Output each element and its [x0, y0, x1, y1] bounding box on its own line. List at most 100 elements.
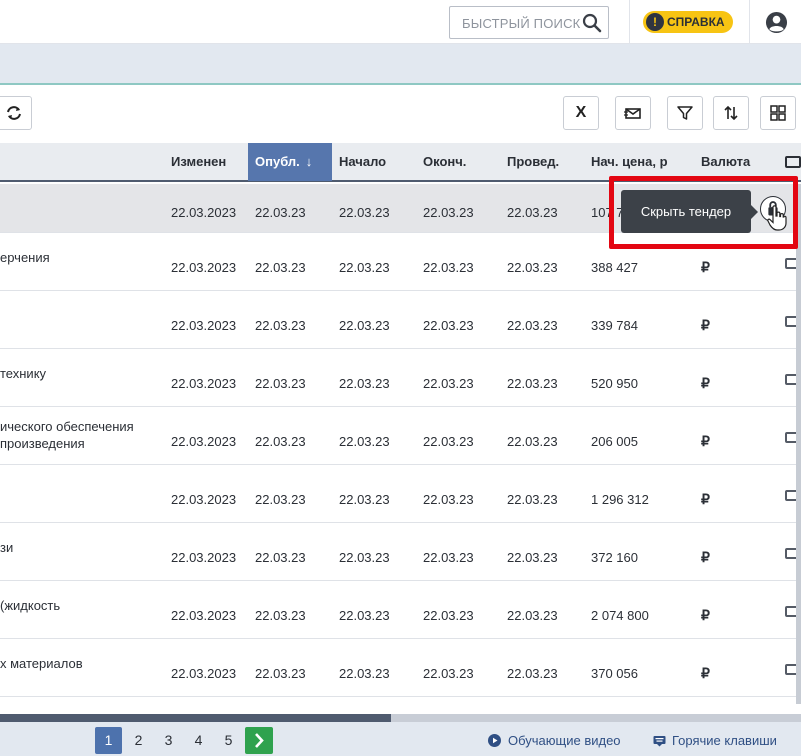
next-page-button[interactable]: [245, 727, 273, 754]
columns-layout-button[interactable]: [760, 96, 796, 130]
cell-price: 339 784: [591, 318, 638, 333]
cell-price: 370 056: [591, 666, 638, 681]
chevron-right-icon: [255, 733, 264, 748]
cell-published: 22.03.23: [255, 492, 306, 507]
tender-name[interactable]: (жидкость: [0, 597, 60, 614]
currency-ruble-icon: ₽: [701, 549, 710, 565]
cell-published: 22.03.23: [255, 434, 306, 449]
cell-price: 372 160: [591, 550, 638, 565]
cell-end: 22.03.23: [423, 260, 474, 275]
table-row[interactable]: х материалов 22.03.2023 22.03.23 22.03.23 22…: [0, 639, 796, 697]
comment-icon[interactable]: [785, 606, 796, 617]
page-button-3[interactable]: 3: [155, 727, 182, 754]
table-row[interactable]: 22.03.2023 22.03.23 22.03.23 22.03.23 22.03.…: [0, 291, 796, 349]
comment-icon[interactable]: [785, 156, 801, 168]
column-header-published[interactable]: Опубл. ↓: [248, 143, 332, 181]
cell-price: 206 005: [591, 434, 638, 449]
hotkeys-link[interactable]: Горячие клавиши: [672, 733, 777, 748]
table-row[interactable]: ического обеспечения произведения 22.03.20…: [0, 407, 796, 465]
cell-end: 22.03.23: [423, 550, 474, 565]
tender-name-line: произведения: [0, 436, 85, 451]
column-header-held[interactable]: Провед.: [507, 143, 559, 181]
cell-held: 22.03.23: [507, 666, 558, 681]
tender-name[interactable]: технику: [0, 365, 46, 382]
table-row[interactable]: технику 22.03.2023 22.03.23 22.03.23 22.03.2…: [0, 349, 796, 407]
tabs-strip: [0, 44, 801, 85]
play-icon: [488, 734, 501, 747]
cell-changed: 22.03.2023: [171, 205, 237, 220]
cell-held: 22.03.23: [507, 550, 558, 565]
excel-icon: X: [575, 104, 587, 121]
refresh-button[interactable]: [0, 96, 32, 130]
horizontal-scrollbar[interactable]: [0, 714, 801, 722]
header-divider: [629, 0, 630, 44]
email-button[interactable]: [615, 96, 651, 130]
filter-button[interactable]: [667, 96, 703, 130]
currency-ruble-icon: ₽: [701, 607, 710, 623]
cell-end: 22.03.23: [423, 376, 474, 391]
page-button-2[interactable]: 2: [125, 727, 152, 754]
cell-changed: 22.03.2023: [171, 376, 237, 391]
comment-icon[interactable]: [785, 664, 796, 675]
quick-search-input[interactable]: БЫСТРЫЙ ПОИСК: [449, 6, 609, 39]
page-button-5[interactable]: 5: [215, 727, 242, 754]
page-button-4[interactable]: 4: [185, 727, 212, 754]
vertical-scrollbar[interactable]: [796, 184, 801, 704]
cell-published: 22.03.23: [255, 666, 306, 681]
search-placeholder: БЫСТРЫЙ ПОИСК: [462, 16, 581, 31]
cell-held: 22.03.23: [507, 434, 558, 449]
sort-button[interactable]: [713, 96, 749, 130]
comment-icon[interactable]: [785, 316, 796, 327]
cell-start: 22.03.23: [339, 608, 390, 623]
refresh-icon: [7, 106, 21, 120]
currency-ruble-icon: ₽: [701, 259, 710, 275]
cell-changed: 22.03.2023: [171, 318, 237, 333]
comment-icon[interactable]: [785, 548, 796, 559]
tutorial-videos-link[interactable]: Обучающие видео: [508, 733, 621, 748]
cell-held: 22.03.23: [507, 608, 558, 623]
table-row[interactable]: (жидкость 22.03.2023 22.03.23 22.03.23 22.03…: [0, 581, 796, 639]
tender-name[interactable]: х материалов: [0, 655, 83, 672]
cell-changed: 22.03.2023: [171, 492, 237, 507]
table-row[interactable]: зи 22.03.2023 22.03.23 22.03.23 22.03.23 22.0…: [0, 523, 796, 581]
cell-end: 22.03.23: [423, 318, 474, 333]
cell-price: 520 950: [591, 376, 638, 391]
cell-changed: 22.03.2023: [171, 550, 237, 565]
help-button[interactable]: ! СПРАВКА: [643, 11, 733, 33]
cell-published: 22.03.23: [255, 550, 306, 565]
cell-start: 22.03.23: [339, 666, 390, 681]
comment-icon[interactable]: [785, 258, 796, 269]
horizontal-scrollbar-thumb[interactable]: [0, 714, 391, 722]
cell-start: 22.03.23: [339, 434, 390, 449]
grid-icon: [770, 105, 786, 121]
tender-name-line: технику: [0, 366, 47, 381]
currency-ruble-icon: ₽: [701, 433, 710, 449]
export-excel-button[interactable]: X: [563, 96, 599, 130]
header-divider: [749, 0, 750, 44]
comment-icon[interactable]: [785, 374, 796, 385]
cell-published: 22.03.23: [255, 318, 306, 333]
filter-icon: [677, 106, 693, 120]
comment-icon[interactable]: [785, 432, 796, 443]
tender-name[interactable]: ерчения: [0, 249, 50, 266]
cell-held: 22.03.23: [507, 260, 558, 275]
comment-icon[interactable]: [785, 490, 796, 501]
column-header-end[interactable]: Оконч.: [423, 143, 466, 181]
column-header-start[interactable]: Начало: [339, 143, 386, 181]
user-account-icon[interactable]: [765, 11, 788, 34]
cell-published: 22.03.23: [255, 205, 306, 220]
column-header-changed[interactable]: Изменен: [171, 143, 226, 181]
top-header: БЫСТРЫЙ ПОИСК ! СПРАВКА: [0, 0, 801, 44]
cell-held: 22.03.23: [507, 205, 558, 220]
cell-held: 22.03.23: [507, 318, 558, 333]
currency-ruble-icon: ₽: [701, 317, 710, 333]
tender-name[interactable]: зи: [0, 539, 13, 556]
cell-published: 22.03.23: [255, 376, 306, 391]
cell-end: 22.03.23: [423, 608, 474, 623]
page-button-1[interactable]: 1: [95, 727, 122, 754]
footer-bar: 1 2 3 4 5 Обучающие видео Горячие клавиш…: [0, 722, 801, 756]
cell-end: 22.03.23: [423, 434, 474, 449]
table-row[interactable]: 22.03.2023 22.03.23 22.03.23 22.03.23 22.03.…: [0, 465, 796, 523]
tender-name[interactable]: ического обеспечения произведения: [0, 418, 134, 452]
search-icon[interactable]: [582, 13, 602, 33]
